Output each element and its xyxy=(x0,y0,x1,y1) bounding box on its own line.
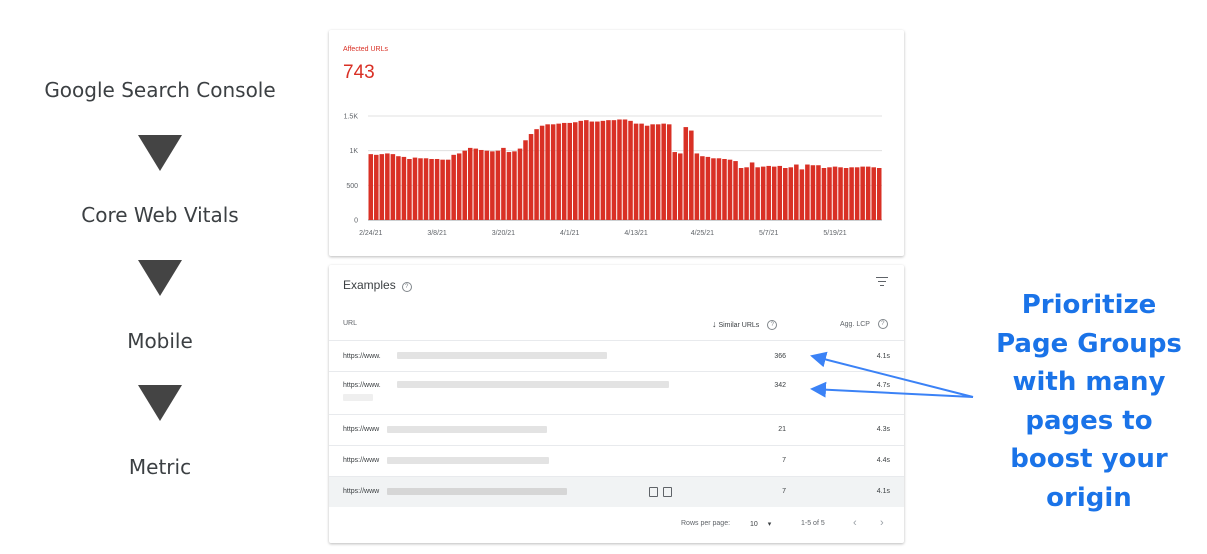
annotation-line: with many xyxy=(1012,367,1166,397)
annotation-line: pages to xyxy=(1025,405,1153,436)
annotation-line: boost your xyxy=(1010,444,1168,474)
annotation-line: Prioritize xyxy=(1021,290,1157,320)
annotation-line: Page Groups xyxy=(996,328,1182,359)
annotation-text: Prioritize Page Groups with many pages t… xyxy=(975,286,1203,517)
annotation-line: origin xyxy=(1046,482,1132,513)
